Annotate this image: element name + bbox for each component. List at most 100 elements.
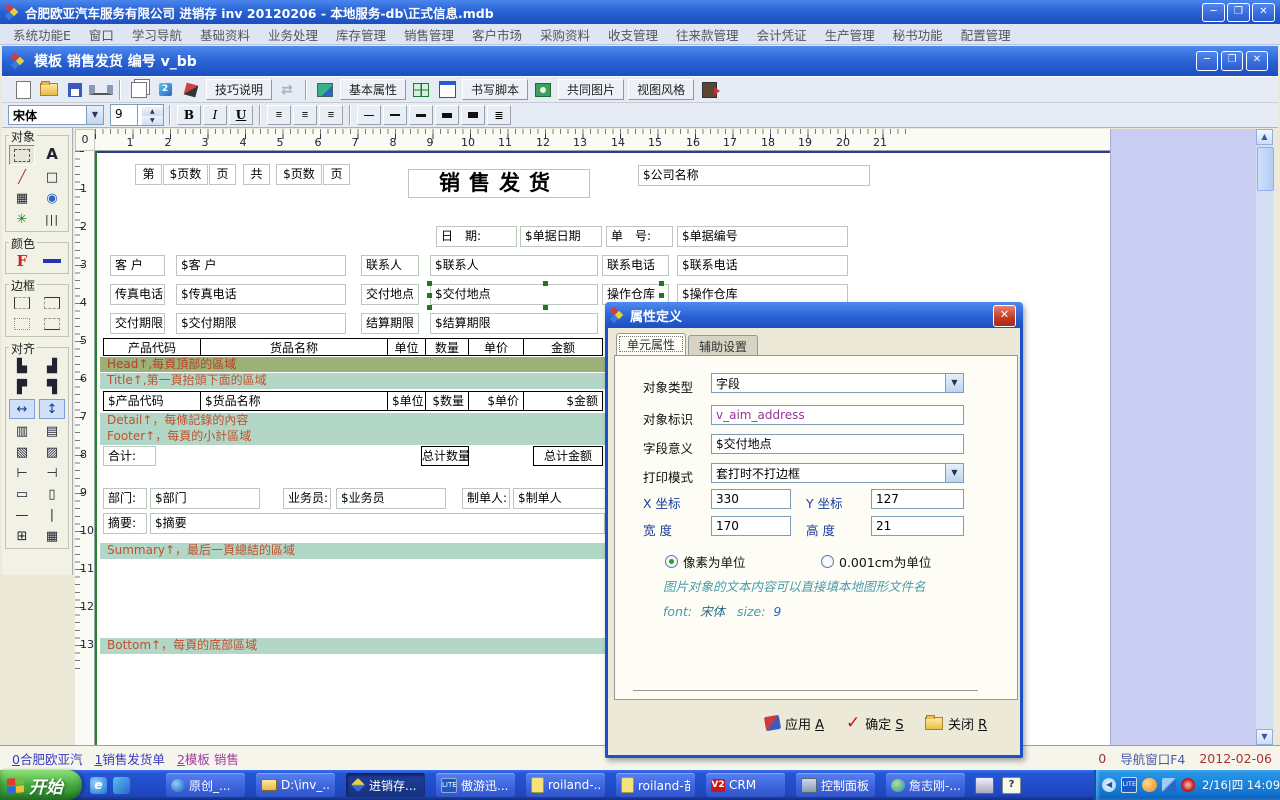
selection-handle[interactable]: [543, 281, 548, 286]
line-weight-2-icon[interactable]: [383, 105, 407, 125]
taskbar-task[interactable]: 詹志刚-...: [886, 773, 965, 797]
taskbar-task[interactable]: 进销存...: [346, 773, 425, 797]
template-field-box[interactable]: 第: [135, 164, 162, 185]
font-color-icon[interactable]: F: [10, 252, 34, 270]
selection-handle[interactable]: [659, 293, 664, 298]
nav-window-link[interactable]: 导航窗口F4: [1120, 749, 1185, 768]
border-dotted-icon[interactable]: [10, 315, 34, 333]
taskbar-task[interactable]: 控制面板: [796, 773, 875, 797]
chevron-down-icon[interactable]: ▼: [945, 374, 963, 392]
align-tool-icon[interactable]: ▥: [10, 422, 34, 440]
align-tool-icon[interactable]: ⊢: [10, 464, 34, 482]
object-id-input[interactable]: v_aim_address: [711, 405, 964, 425]
line-weight-1-icon[interactable]: [357, 105, 381, 125]
template-field-box[interactable]: $数量: [425, 391, 469, 411]
selection-handle[interactable]: [659, 281, 664, 286]
menu-item[interactable]: 库存管理: [327, 25, 395, 44]
template-field-box[interactable]: $联系人: [430, 255, 598, 276]
template-field-box[interactable]: 总计数量: [421, 446, 469, 466]
align-tool-icon[interactable]: ⊞: [10, 527, 34, 545]
taskbar-task[interactable]: D:\inv_...: [256, 773, 335, 797]
dialog-close-icon[interactable]: ✕: [993, 305, 1016, 327]
align-center-icon[interactable]: ≡: [293, 105, 317, 125]
exit-icon[interactable]: [697, 79, 721, 100]
tab-aux-settings[interactable]: 辅助设置: [688, 335, 758, 355]
template-field-box[interactable]: 业务员:: [283, 488, 331, 509]
ie-quicklaunch-icon[interactable]: e: [90, 777, 107, 794]
quicklaunch-icon[interactable]: [113, 777, 130, 794]
template-field-box[interactable]: 交付期限: [110, 313, 165, 334]
template-field-box[interactable]: 单 号:: [606, 226, 673, 247]
menu-item[interactable]: 往来款管理: [667, 25, 748, 44]
field-meaning-input[interactable]: $交付地点: [711, 434, 964, 454]
new-icon[interactable]: [11, 79, 35, 100]
template-field-box[interactable]: $产品代码: [103, 391, 201, 411]
border-bottom-icon[interactable]: [40, 315, 64, 333]
tab-unit-props[interactable]: 单元属性: [616, 333, 686, 355]
picture-icon[interactable]: [531, 79, 555, 100]
template-field-box[interactable]: 数量: [425, 338, 469, 356]
menu-item[interactable]: 采购资料: [531, 25, 599, 44]
align-tool-icon[interactable]: —: [10, 506, 34, 524]
template-field-box[interactable]: $页数: [163, 164, 208, 185]
write-script-button[interactable]: 书写脚本: [462, 79, 528, 100]
object-type-select[interactable]: 字段 ▼: [711, 373, 964, 393]
align-tool-icon[interactable]: ▟: [40, 357, 64, 375]
tray-chevron-icon[interactable]: ◀: [1102, 778, 1116, 792]
template-field-box[interactable]: $单据日期: [520, 226, 602, 247]
menu-item[interactable]: 收支管理: [599, 25, 667, 44]
chevron-down-icon[interactable]: ▼: [945, 464, 963, 482]
radio-dot[interactable]: [665, 555, 678, 568]
align-tool-icon[interactable]: ▤: [40, 422, 64, 440]
menu-item[interactable]: 秘书功能: [884, 25, 952, 44]
bold-button[interactable]: B: [177, 105, 201, 125]
align-tool-icon[interactable]: ▧: [10, 443, 34, 461]
template-field-box[interactable]: 合计:: [103, 446, 156, 466]
menu-item[interactable]: 业务处理: [259, 25, 327, 44]
border-right-top-icon[interactable]: [40, 294, 64, 312]
keyboard-icon[interactable]: [975, 777, 994, 794]
height-input[interactable]: 21: [871, 516, 964, 536]
taskbar-task[interactable]: V2 CRM: [706, 773, 785, 797]
align-tool-icon[interactable]: ▦: [40, 527, 64, 545]
template-field-box[interactable]: 销售发货: [408, 169, 590, 198]
width-input[interactable]: 170: [711, 516, 791, 536]
font-family-select[interactable]: 宋体 ▼: [8, 105, 104, 125]
align-right-icon[interactable]: ≡: [319, 105, 343, 125]
template-field-box[interactable]: $货品名称: [200, 391, 388, 411]
window-link[interactable]: 0合肥欧亚汽: [12, 749, 82, 768]
swap-icon[interactable]: ⇄: [275, 79, 299, 100]
image-tool-icon[interactable]: ✳: [10, 210, 34, 228]
justify-icon[interactable]: ≣: [487, 105, 511, 125]
y-coord-input[interactable]: 127: [871, 489, 964, 509]
template-field-box[interactable]: 页: [323, 164, 350, 185]
window-icon[interactable]: [435, 79, 459, 100]
radio-cm-unit[interactable]: 0.001cm为单位: [821, 552, 931, 571]
vertical-scrollbar[interactable]: ▲ ▼: [1256, 129, 1273, 745]
selection-handle[interactable]: [427, 293, 432, 298]
align-tool-icon[interactable]: ∣: [40, 506, 64, 524]
template-field-box[interactable]: 部门:: [103, 488, 147, 509]
scrollbar-thumb[interactable]: [1257, 147, 1274, 191]
save-icon[interactable]: [63, 79, 87, 100]
template-field-box[interactable]: $结算期限: [430, 313, 598, 334]
line-tool-icon[interactable]: ╱: [10, 168, 34, 186]
columns-tool-icon[interactable]: |||: [40, 210, 64, 228]
ok-button[interactable]: ✓ 确定 S: [846, 712, 904, 734]
shared-image-button[interactable]: 共同图片: [558, 79, 624, 100]
radio-pixels-unit[interactable]: 像素为单位: [665, 552, 746, 571]
apply-button[interactable]: 应用 A: [765, 712, 824, 734]
help-icon[interactable]: ?: [1002, 777, 1021, 794]
template-field-box[interactable]: 交付地点: [361, 284, 419, 305]
scroll-down-icon[interactable]: ▼: [1256, 729, 1273, 745]
taskbar-task[interactable]: roiland-...: [526, 773, 605, 797]
preview-icon[interactable]: [89, 79, 113, 100]
template-field-box[interactable]: $业务员: [336, 488, 446, 509]
template-field-box[interactable]: 页: [209, 164, 236, 185]
line-weight-4-icon[interactable]: [435, 105, 459, 125]
minimize-button[interactable]: ─: [1202, 3, 1225, 22]
template-field-box[interactable]: $客 户: [176, 255, 346, 276]
globe-tool-icon[interactable]: ◉: [40, 189, 64, 207]
template-field-box[interactable]: $金额: [523, 391, 603, 411]
font-size-input[interactable]: 9 ▲▼: [110, 104, 164, 126]
